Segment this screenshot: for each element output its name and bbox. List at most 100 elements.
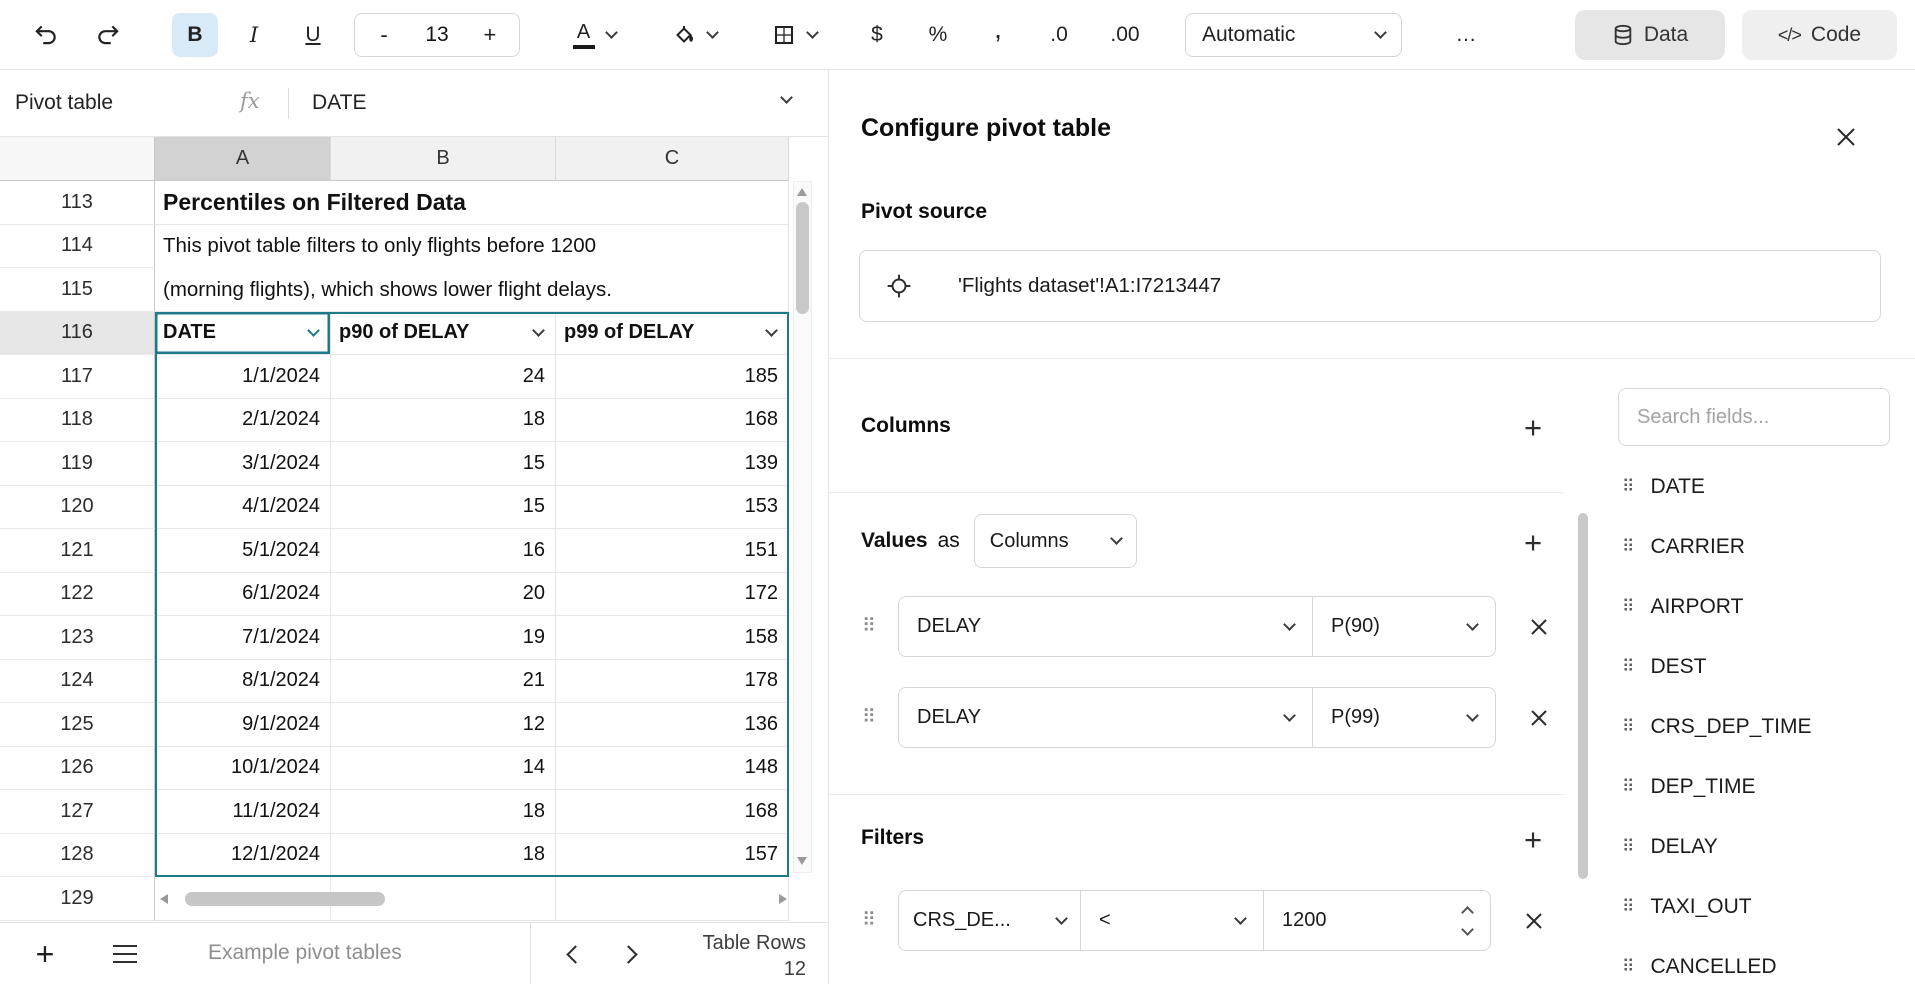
table-title-cell[interactable]: Percentiles on Filtered Data [155, 181, 789, 225]
cell-p99[interactable]: 151 [556, 529, 789, 573]
comma-format-button[interactable]: , [973, 13, 1023, 57]
cell-date[interactable]: 11/1/2024 [155, 790, 331, 834]
column-header-a[interactable]: A [155, 137, 331, 181]
cell-date[interactable]: 8/1/2024 [155, 660, 331, 704]
column-dropdown-icon[interactable] [307, 324, 320, 337]
pivot-source-input[interactable]: 'Flights dataset'!A1:I7213447 [859, 250, 1881, 322]
filter-value-input[interactable]: 1200 [1263, 890, 1491, 951]
field-item-delay[interactable]: ⠿ DELAY [1618, 817, 1890, 877]
increase-decimal-button[interactable]: .00 [1094, 13, 1156, 57]
remove-value-button[interactable] [1522, 610, 1556, 644]
cell-p99[interactable]: 168 [556, 790, 789, 834]
row-header[interactable]: 116 [0, 312, 155, 356]
code-button[interactable]: </> Code [1742, 10, 1897, 60]
field-item-dest[interactable]: ⠿ DEST [1618, 637, 1890, 697]
cell-p90[interactable]: 18 [331, 790, 556, 834]
previous-table-button[interactable] [556, 937, 590, 971]
row-header[interactable]: 120 [0, 486, 155, 530]
decrease-decimal-button[interactable]: .0 [1030, 13, 1088, 57]
field-item-crs-dep-time[interactable]: ⠿ CRS_DEP_TIME [1618, 697, 1890, 757]
column-header-b[interactable]: B [331, 137, 556, 181]
cell-date[interactable]: 9/1/2024 [155, 703, 331, 747]
cell-date[interactable]: 12/1/2024 [155, 834, 331, 878]
fill-color-button[interactable] [648, 13, 740, 57]
value-aggregation-select[interactable]: P(99) [1312, 687, 1496, 748]
filter-operator-select[interactable]: < [1080, 890, 1264, 951]
drag-handle-icon[interactable]: ⠿ [859, 909, 879, 932]
row-header[interactable]: 126 [0, 747, 155, 791]
select-all-corner[interactable] [0, 137, 155, 181]
column-dropdown-icon[interactable] [765, 324, 778, 337]
pivot-header-date[interactable]: DATE [155, 312, 331, 356]
search-fields-input[interactable] [1618, 388, 1890, 446]
cell-date[interactable]: 6/1/2024 [155, 573, 331, 617]
field-item-carrier[interactable]: ⠿ CARRIER [1618, 517, 1890, 577]
cell-p90[interactable]: 12 [331, 703, 556, 747]
formula-input[interactable]: DATE [312, 91, 366, 115]
row-header[interactable]: 128 [0, 834, 155, 878]
currency-format-button[interactable]: $ [852, 13, 902, 57]
stepper-up-icon[interactable] [1461, 906, 1474, 919]
row-header[interactable]: 129 [0, 877, 155, 921]
cell-date[interactable]: 5/1/2024 [155, 529, 331, 573]
add-filter-button[interactable]: + [1515, 822, 1551, 858]
remove-value-button[interactable] [1522, 701, 1556, 735]
cell-p99[interactable]: 185 [556, 355, 789, 399]
cell-p99[interactable]: 158 [556, 616, 789, 660]
percent-format-button[interactable]: % [913, 13, 963, 57]
values-as-select[interactable]: Columns [974, 514, 1137, 568]
redo-button[interactable] [88, 13, 128, 57]
cell-p90[interactable]: 19 [331, 616, 556, 660]
column-header-c[interactable]: C [556, 137, 789, 181]
cell-date[interactable]: 4/1/2024 [155, 486, 331, 530]
table-description-cell[interactable]: This pivot table filters to only flights… [155, 225, 789, 312]
italic-button[interactable]: I [231, 13, 277, 57]
cell-p90[interactable]: 15 [331, 486, 556, 530]
drag-handle-icon[interactable]: ⠿ [859, 706, 879, 729]
field-item-cancelled[interactable]: ⠿ CANCELLED [1618, 937, 1890, 984]
field-item-dep-time[interactable]: ⠿ DEP_TIME [1618, 757, 1890, 817]
panel-scrollbar-thumb[interactable] [1578, 513, 1588, 879]
underline-button[interactable]: U [290, 13, 336, 57]
cell-p99[interactable]: 172 [556, 573, 789, 617]
filter-field-select[interactable]: CRS_DE... [898, 890, 1081, 951]
row-header[interactable]: 123 [0, 616, 155, 660]
select-range-button[interactable] [860, 273, 938, 299]
scroll-right-icon[interactable] [779, 894, 787, 904]
scroll-left-icon[interactable] [160, 894, 168, 904]
row-header[interactable]: 114 [0, 225, 155, 269]
cell-p90[interactable]: 16 [331, 529, 556, 573]
cell-date[interactable]: 10/1/2024 [155, 747, 331, 791]
cell-date[interactable]: 7/1/2024 [155, 616, 331, 660]
pivot-header-p90[interactable]: p90 of DELAY [331, 312, 556, 356]
sheet-menu-button[interactable] [104, 933, 146, 975]
more-options-button[interactable]: … [1440, 13, 1492, 57]
font-size-increase-button[interactable]: + [467, 14, 513, 56]
drag-handle-icon[interactable]: ⠿ [859, 615, 879, 638]
row-header[interactable]: 115 [0, 268, 155, 312]
cell-p90[interactable]: 18 [331, 834, 556, 878]
cell-p90[interactable]: 15 [331, 442, 556, 486]
value-aggregation-select[interactable]: P(90) [1312, 596, 1496, 657]
row-header[interactable]: 125 [0, 703, 155, 747]
cell-p90[interactable]: 21 [331, 660, 556, 704]
font-size-decrease-button[interactable]: - [361, 14, 407, 56]
remove-filter-button[interactable] [1517, 904, 1551, 938]
cell-p99[interactable]: 136 [556, 703, 789, 747]
cell-p99[interactable]: 168 [556, 399, 789, 443]
number-format-select[interactable]: Automatic [1185, 13, 1402, 57]
row-header[interactable]: 113 [0, 181, 155, 225]
cell-p99[interactable]: 157 [556, 834, 789, 878]
stepper-down-icon[interactable] [1461, 923, 1474, 936]
row-header[interactable]: 122 [0, 573, 155, 617]
next-table-button[interactable] [614, 937, 648, 971]
row-header[interactable]: 118 [0, 399, 155, 443]
add-sheet-button[interactable]: + [24, 933, 66, 975]
font-size-value[interactable]: 13 [425, 23, 448, 47]
horizontal-scrollbar-thumb[interactable] [185, 892, 385, 906]
row-header[interactable]: 117 [0, 355, 155, 399]
cell-p99[interactable]: 139 [556, 442, 789, 486]
cell-date[interactable]: 1/1/2024 [155, 355, 331, 399]
add-value-button[interactable]: + [1515, 525, 1551, 561]
sheet-tab[interactable]: Example pivot tables [208, 941, 402, 965]
